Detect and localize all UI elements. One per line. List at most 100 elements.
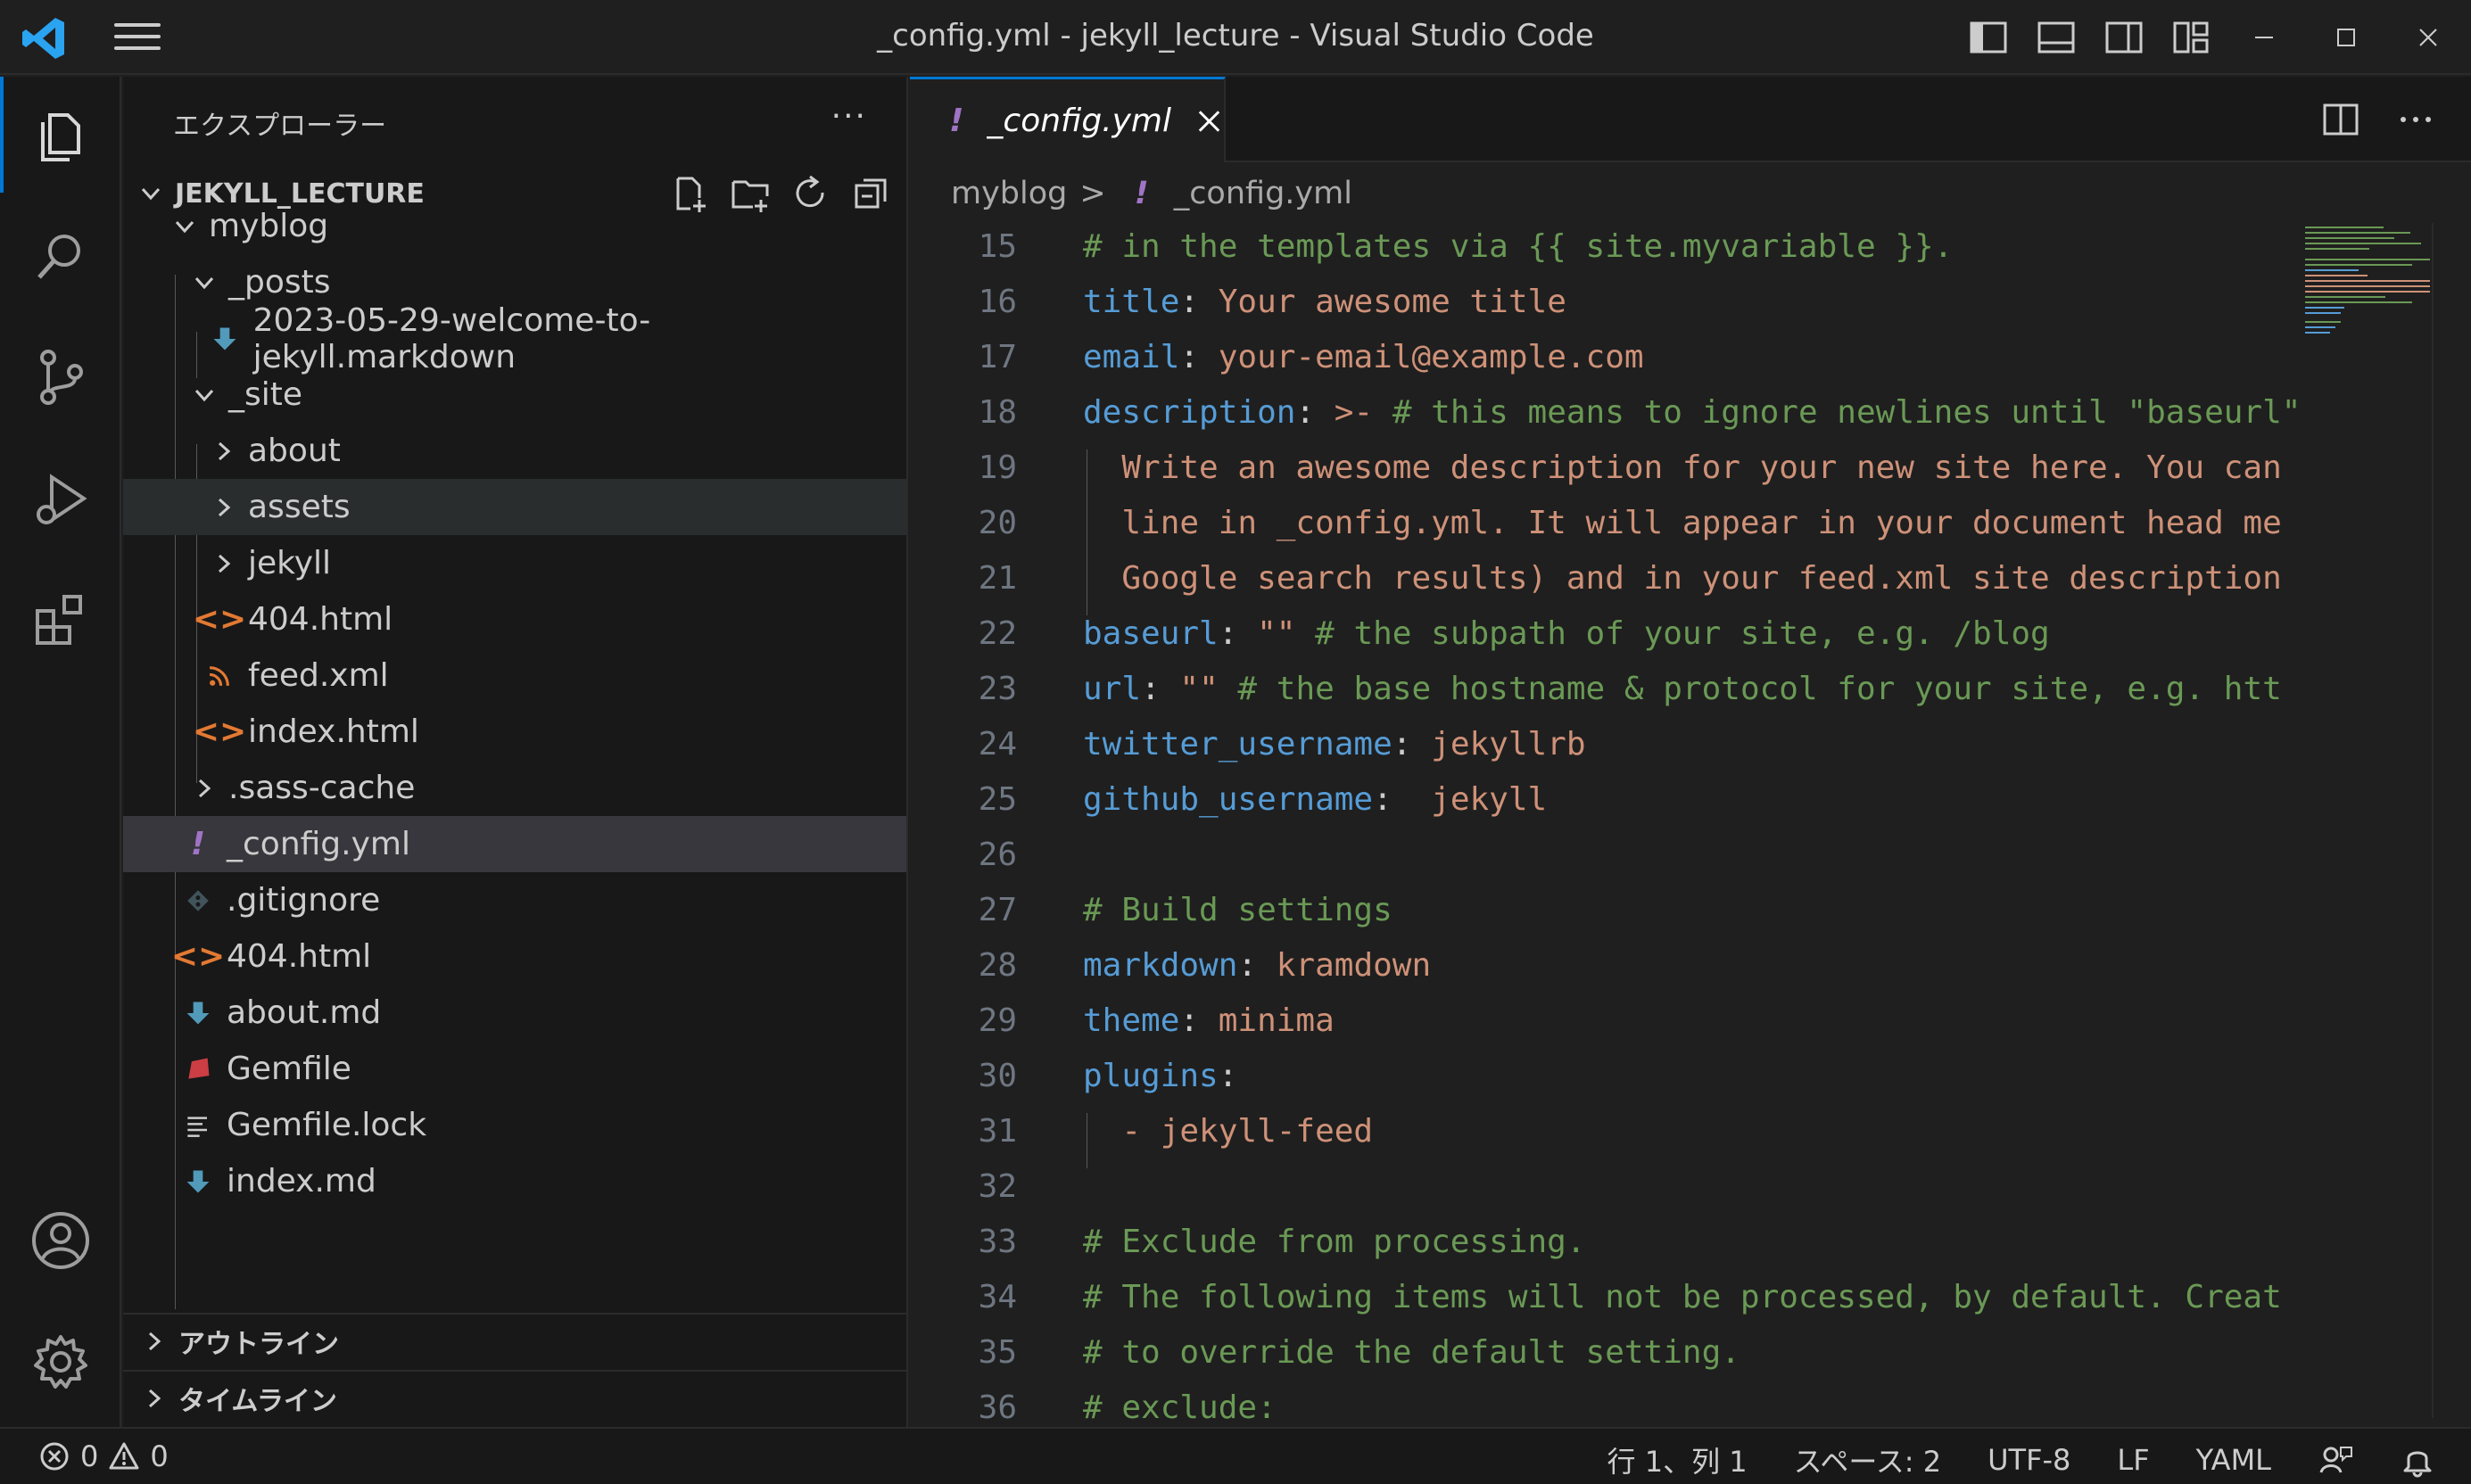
minimize-icon[interactable] bbox=[2237, 16, 2291, 59]
token-value: kramdown bbox=[1257, 947, 1432, 984]
code-line[interactable]: 33 # Exclude from processing. bbox=[910, 1224, 2303, 1273]
tree-folder-jekyll[interactable]: jekyll bbox=[123, 535, 906, 591]
tree-folder-site[interactable]: _site bbox=[123, 367, 906, 423]
tree-folder-about[interactable]: about bbox=[123, 423, 906, 479]
tree-file-feed-xml[interactable]: feed.xml bbox=[123, 647, 906, 704]
code-line[interactable]: 29 theme: minima bbox=[910, 1002, 2303, 1051]
encoding[interactable]: UTF-8 bbox=[1988, 1443, 2070, 1477]
tree-label: index.md bbox=[227, 1163, 376, 1200]
tree-file-welcome-markdown[interactable]: 2023-05-29-welcome-to-jekyll.markdown bbox=[123, 302, 906, 375]
git-icon bbox=[182, 885, 214, 917]
code-editor[interactable]: 15 # in the templates via {{ site.myvaria… bbox=[910, 228, 2303, 1423]
code-line[interactable]: 34 # The following items will not be proc… bbox=[910, 1279, 2303, 1328]
token-key: theme bbox=[1083, 1002, 1180, 1039]
maximize-icon[interactable] bbox=[2319, 16, 2373, 59]
search-icon[interactable] bbox=[0, 198, 121, 314]
split-editor-icon[interactable] bbox=[2321, 100, 2360, 139]
code-line[interactable]: 26 bbox=[910, 837, 2303, 886]
code-line[interactable]: 28 markdown: kramdown bbox=[910, 947, 2303, 996]
line-number: 33 bbox=[978, 1224, 1017, 1260]
token-comment: # the subpath of your site, e.g. /blog bbox=[1315, 615, 2050, 652]
language-mode[interactable]: YAML bbox=[2196, 1443, 2271, 1477]
tree-label: myblog bbox=[209, 208, 329, 244]
run-and-debug-icon[interactable] bbox=[0, 441, 121, 556]
code-line[interactable]: 32 bbox=[910, 1168, 2303, 1217]
code-line[interactable]: 30 plugins: bbox=[910, 1058, 2303, 1107]
manage-gear-icon[interactable] bbox=[0, 1304, 121, 1420]
tree-label: _posts bbox=[228, 264, 331, 301]
tree-label: _site bbox=[228, 376, 303, 413]
line-number: 36 bbox=[978, 1389, 1017, 1423]
rss-icon bbox=[203, 660, 236, 692]
code-line[interactable]: 18 description: >- # this means to ignore… bbox=[910, 394, 2303, 443]
toggle-secondary-sidebar-icon[interactable] bbox=[2102, 16, 2146, 59]
source-control-icon[interactable] bbox=[0, 319, 121, 435]
token-comment: # Exclude from processing. bbox=[1083, 1224, 1586, 1260]
yaml-icon: ! bbox=[190, 826, 206, 862]
feedback-icon[interactable] bbox=[2318, 1442, 2353, 1478]
code-line[interactable]: 22 baseurl: "" # the subpath of your site… bbox=[910, 615, 2303, 664]
markdown-icon bbox=[209, 323, 241, 355]
token-value: "" bbox=[1237, 615, 1316, 652]
hamburger-menu-icon[interactable] bbox=[114, 23, 161, 54]
code-line[interactable]: 21 Google search results) and in your fe… bbox=[910, 560, 2303, 609]
explorer-more-actions[interactable]: ··· bbox=[831, 98, 867, 135]
end-of-line[interactable]: LF bbox=[2117, 1443, 2149, 1477]
title-bar: _config.yml - jekyll_lecture - Visual St… bbox=[0, 0, 2471, 75]
code-line[interactable]: 31 - jekyll-feed bbox=[910, 1113, 2303, 1162]
extensions-icon[interactable] bbox=[0, 562, 121, 678]
explorer-icon[interactable] bbox=[0, 77, 121, 193]
close-window-icon[interactable] bbox=[2401, 16, 2455, 59]
toggle-panel-icon[interactable] bbox=[2034, 16, 2078, 59]
tree-file-404-html[interactable]: <> 404.html bbox=[123, 928, 906, 985]
tree-label: 404.html bbox=[227, 938, 372, 975]
tree-file-site-index[interactable]: <> index.html bbox=[123, 704, 906, 760]
cursor-position[interactable]: 行 1、列 1 bbox=[1607, 1439, 1748, 1480]
notifications-bell-icon[interactable] bbox=[2400, 1442, 2435, 1478]
indentation[interactable]: スペース: 2 bbox=[1794, 1439, 1941, 1480]
tab-config-yml[interactable]: ! _config.yml bbox=[910, 77, 1226, 162]
customize-layout-icon[interactable] bbox=[2169, 16, 2214, 59]
tree-file-gitignore[interactable]: .gitignore bbox=[123, 872, 906, 928]
code-line[interactable]: 35 # to override the default setting. bbox=[910, 1334, 2303, 1383]
code-line[interactable]: 17 email: your-email@example.com bbox=[910, 339, 2303, 388]
chevron-right-icon bbox=[148, 1389, 161, 1408]
more-actions-icon[interactable] bbox=[2396, 100, 2435, 139]
tree-folder-myblog[interactable]: myblog bbox=[123, 198, 906, 254]
outline-section-header[interactable]: アウトライン bbox=[123, 1313, 906, 1368]
tree-file-about-md[interactable]: about.md bbox=[123, 985, 906, 1041]
close-icon[interactable] bbox=[1194, 106, 1224, 136]
accounts-icon[interactable] bbox=[0, 1183, 121, 1298]
code-line[interactable]: 15 # in the templates via {{ site.myvaria… bbox=[910, 228, 2303, 277]
code-line[interactable]: 27 # Build settings bbox=[910, 892, 2303, 941]
toggle-primary-sidebar-icon[interactable] bbox=[1966, 16, 2011, 59]
code-line[interactable]: 20 line in _config.yml. It will appear i… bbox=[910, 505, 2303, 554]
code-line[interactable]: 25 github_username: jekyll bbox=[910, 781, 2303, 830]
tree-folder-sass-cache[interactable]: .sass-cache bbox=[123, 760, 906, 816]
tree-label: Gemfile.lock bbox=[227, 1107, 427, 1143]
token-value: Your awesome title bbox=[1199, 284, 1566, 320]
line-text: twitter_username: jekyllrb bbox=[1083, 726, 2303, 763]
token-value: >- bbox=[1315, 394, 1393, 431]
problems-indicator[interactable]: 0 0 bbox=[39, 1439, 169, 1473]
tree-file-site-404[interactable]: <> 404.html bbox=[123, 591, 906, 647]
tree-file-gemfile[interactable]: Gemfile bbox=[123, 1041, 906, 1097]
markdown-icon bbox=[182, 997, 214, 1029]
code-line[interactable]: 19 Write an awesome description for your… bbox=[910, 449, 2303, 499]
editor-scrollbar[interactable] bbox=[2432, 223, 2459, 1418]
tree-folder-assets[interactable]: assets bbox=[123, 479, 906, 535]
token-key: email bbox=[1083, 339, 1180, 375]
code-line[interactable]: 23 url: "" # the base hostname & protocol… bbox=[910, 671, 2303, 720]
code-line[interactable]: 36 # exclude: bbox=[910, 1389, 2303, 1423]
breadcrumb-file[interactable]: _config.yml bbox=[1174, 176, 1352, 211]
tree-label: .gitignore bbox=[227, 882, 381, 919]
code-line[interactable]: 16 title: Your awesome title bbox=[910, 284, 2303, 333]
code-line[interactable]: 24 twitter_username: jekyllrb bbox=[910, 726, 2303, 775]
tree-file-gemfile-lock[interactable]: Gemfile.lock bbox=[123, 1097, 906, 1153]
timeline-section-header[interactable]: タイムライン bbox=[123, 1370, 906, 1425]
breadcrumb-folder[interactable]: myblog bbox=[951, 176, 1067, 211]
tree-file-index-md[interactable]: index.md bbox=[123, 1153, 906, 1209]
minimap[interactable] bbox=[2305, 223, 2434, 339]
token-key: baseurl bbox=[1083, 615, 1219, 652]
tree-file-config-yml[interactable]: ! _config.yml bbox=[123, 816, 906, 872]
